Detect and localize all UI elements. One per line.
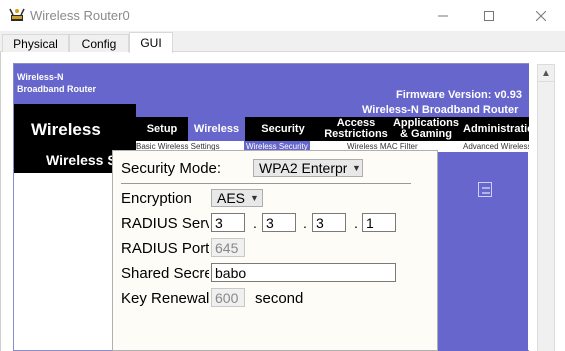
ip-dot: .: [253, 215, 257, 231]
nav-wireless[interactable]: Wireless: [188, 117, 245, 141]
radius-ip-octet-4[interactable]: 1: [362, 213, 396, 232]
chevron-up-icon: ▲: [541, 67, 551, 79]
subnav-advanced[interactable]: Advanced Wireless Settings: [463, 142, 529, 151]
tab-strip: Physical Config GUI: [0, 31, 565, 53]
encryption-value: AES: [217, 190, 246, 206]
key-renewal-field[interactable]: 600: [211, 288, 245, 307]
nav-apps-line2: & Gaming: [400, 128, 452, 140]
nav-access-restrictions[interactable]: Access Restrictions: [321, 117, 391, 141]
radius-ip-octet-2[interactable]: 3: [262, 213, 296, 232]
security-mode-value: WPA2 Enterprise: [259, 160, 347, 176]
main-nav: Setup Wireless Security Access Restricti…: [136, 117, 529, 141]
side-blue-area: [438, 152, 528, 351]
router-app-icon: [9, 8, 25, 21]
radius-ip-octet-1[interactable]: 3: [211, 213, 245, 232]
scroll-up-button[interactable]: ▲: [537, 64, 555, 82]
minimize-button[interactable]: [420, 0, 466, 31]
encryption-select[interactable]: AES ▼: [211, 189, 263, 207]
ip-dot: .: [354, 215, 358, 231]
close-icon: [536, 10, 546, 21]
tab-config[interactable]: Config: [69, 34, 129, 53]
encryption-label: Encryption: [121, 190, 192, 207]
radius-server-label: RADIUS Server:: [121, 215, 209, 232]
minimize-icon: [438, 15, 448, 16]
model-name: Wireless-N Broadband Router: [362, 104, 519, 116]
router-header: Wireless-N Broadband Router Firmware Ver…: [14, 64, 529, 104]
window-title: Wireless Router0: [30, 8, 130, 23]
tab-gui[interactable]: GUI: [129, 32, 173, 53]
chevron-down-icon: ▼: [250, 193, 259, 203]
title-bar: Wireless Router0: [0, 0, 565, 31]
nav-setup[interactable]: Setup: [136, 117, 188, 141]
dropdown-handle-icon[interactable]: [478, 182, 492, 197]
model-bar: Wireless-N Broadband Router: [136, 104, 529, 117]
vertical-scrollbar[interactable]: ▲: [529, 52, 565, 351]
section-header: Wireless: [14, 104, 136, 153]
brand-line-1: Wireless-N: [17, 72, 64, 82]
tab-physical[interactable]: Physical: [2, 34, 69, 53]
nav-security[interactable]: Security: [245, 117, 321, 141]
security-mode-label: Security Mode:: [121, 160, 222, 177]
brand-line-2: Broadband Router: [17, 84, 97, 94]
close-button[interactable]: [518, 0, 564, 31]
radius-port-label: RADIUS Port:: [121, 240, 209, 257]
maximize-icon: [484, 10, 494, 21]
divider: [121, 183, 411, 184]
security-mode-select[interactable]: WPA2 Enterprise ▼: [253, 159, 363, 177]
chevron-down-icon: ▼: [352, 163, 361, 173]
nav-administration[interactable]: Administration: [461, 117, 529, 141]
scroll-track[interactable]: [537, 82, 555, 351]
key-renewal-label: Key Renewal:: [121, 290, 209, 307]
nav-access-line2: Restrictions: [324, 128, 388, 140]
wireless-security-panel: Security Mode: WPA2 Enterprise ▼ Encrypt…: [112, 150, 438, 351]
radius-port-field[interactable]: 645: [211, 238, 245, 257]
section-title: Wireless: [31, 120, 101, 139]
left-section-label: Wireless Security: [46, 153, 114, 168]
ip-dot: .: [303, 215, 307, 231]
shared-secret-field[interactable]: babo: [211, 263, 396, 282]
firmware-version: Firmware Version: v0.93: [396, 89, 522, 101]
key-renewal-unit: second: [255, 290, 304, 307]
shared-secret-label: Shared Secret:: [121, 265, 209, 282]
nav-applications-gaming[interactable]: Applications & Gaming: [391, 117, 461, 141]
left-section-header: Wireless Security: [14, 153, 114, 173]
radius-ip-octet-3[interactable]: 3: [312, 213, 346, 232]
maximize-button[interactable]: [466, 0, 512, 31]
